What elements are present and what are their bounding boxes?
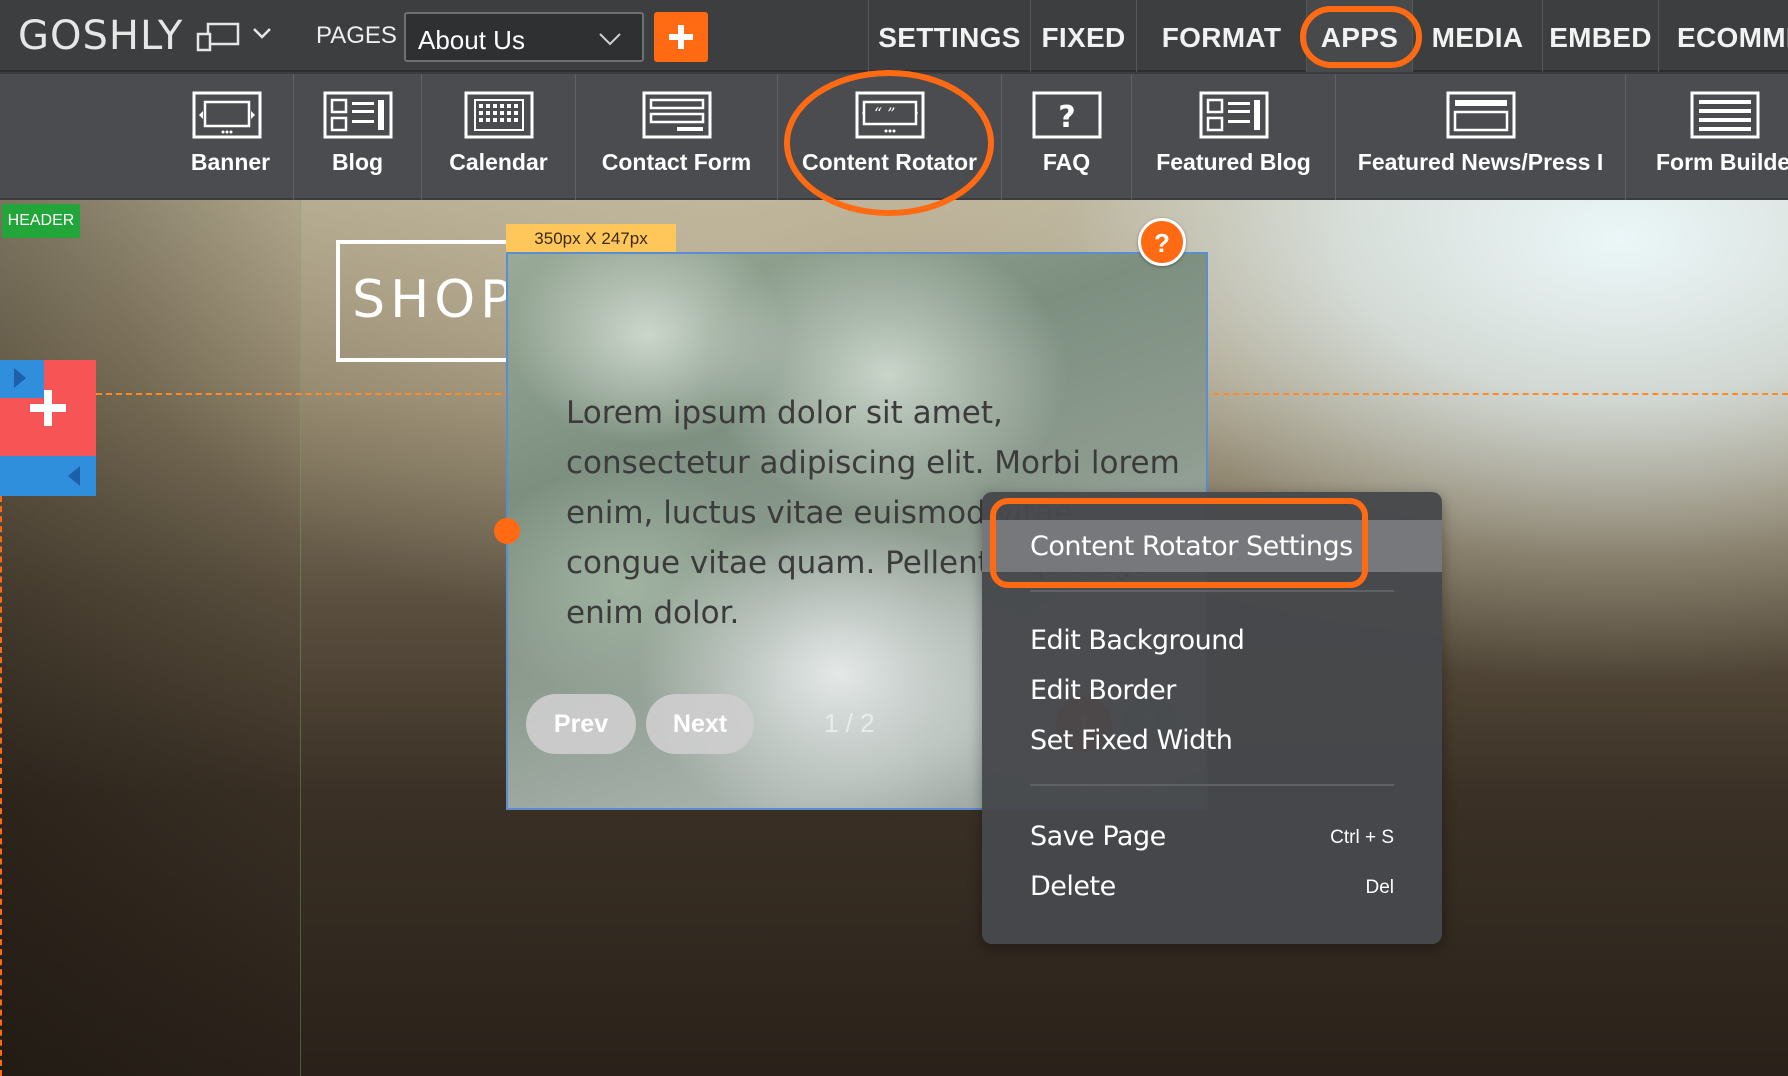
menu-item-delete[interactable]: Delete Del bbox=[982, 864, 1442, 908]
banner-icon bbox=[192, 91, 262, 139]
app-featured-blog-label: Featured Blog bbox=[1156, 149, 1311, 175]
widget-size-badge: 350px X 247px bbox=[506, 224, 676, 252]
menu-settings-label: SETTINGS bbox=[878, 22, 1021, 53]
app-featured-blog[interactable]: Featured Blog bbox=[1132, 74, 1336, 200]
menu-divider bbox=[1030, 784, 1394, 786]
background-shade bbox=[0, 200, 300, 1076]
help-glyph: ? bbox=[1154, 228, 1170, 258]
menu-item-edit-border[interactable]: Edit Border bbox=[982, 668, 1442, 712]
app-contact-form[interactable]: Contact Form bbox=[576, 74, 778, 200]
rotator-counter: 1 / 2 bbox=[824, 708, 875, 738]
highlight-circle-apps bbox=[1300, 6, 1422, 68]
menu-item-label: Set Fixed Width bbox=[1030, 725, 1233, 756]
highlight-box-rotator-settings bbox=[990, 498, 1368, 588]
pages-label: PAGES bbox=[316, 22, 397, 49]
app-featured-news-label: Featured News/Press I bbox=[1357, 149, 1604, 175]
app-blog-label: Blog bbox=[331, 149, 384, 175]
help-icon[interactable]: ? bbox=[1138, 218, 1186, 266]
blog-icon bbox=[323, 91, 393, 139]
menu-item-set-fixed-width[interactable]: Set Fixed Width bbox=[982, 718, 1442, 762]
menu-item-label: Save Page bbox=[1030, 821, 1166, 852]
menu-item-label: Delete bbox=[1030, 871, 1116, 902]
chevron-down-icon bbox=[599, 33, 621, 46]
widget-resize-handle[interactable] bbox=[494, 518, 520, 544]
form-builder-icon bbox=[1690, 91, 1760, 139]
app-faq-label: FAQ bbox=[1042, 149, 1091, 175]
app-logo[interactable]: GOSHLY bbox=[18, 14, 183, 58]
app-banner-label: Banner bbox=[190, 149, 271, 175]
section-edge-guide bbox=[0, 496, 2, 1076]
menu-format[interactable]: FORMAT bbox=[1136, 0, 1306, 72]
rotator-prev-label: Prev bbox=[553, 710, 609, 738]
menu-ecommerce[interactable]: ECOMME bbox=[1658, 0, 1788, 72]
app-banner[interactable]: Banner bbox=[168, 74, 294, 200]
menu-embed[interactable]: EMBED bbox=[1542, 0, 1658, 72]
app-faq[interactable]: ? FAQ bbox=[1002, 74, 1132, 200]
add-page-button[interactable] bbox=[654, 12, 708, 62]
app-form-builder-label: Form Builder bbox=[1656, 149, 1788, 175]
device-icon[interactable] bbox=[196, 22, 240, 52]
caret-left-icon bbox=[68, 466, 80, 486]
top-bar: GOSHLY PAGES About Us SETTINGS FIXED FOR… bbox=[0, 0, 1788, 72]
menu-format-label: FORMAT bbox=[1161, 22, 1282, 53]
widget-size-label: 350px X 247px bbox=[534, 229, 648, 248]
menu-item-shortcut: Ctrl + S bbox=[1330, 827, 1394, 848]
section-badge[interactable]: HEADER bbox=[2, 204, 80, 238]
page-select-value: About Us bbox=[418, 25, 525, 55]
menu-embed-label: EMBED bbox=[1549, 22, 1652, 53]
svg-text:?: ? bbox=[1058, 100, 1075, 135]
featured-blog-icon bbox=[1199, 91, 1269, 139]
rotator-next-button[interactable]: Next bbox=[646, 694, 754, 754]
menu-divider bbox=[1030, 590, 1394, 592]
rotator-next-label: Next bbox=[672, 710, 728, 738]
calendar-icon bbox=[464, 91, 534, 139]
menu-ecommerce-label: ECOMME bbox=[1677, 22, 1788, 53]
layout-guide bbox=[300, 200, 301, 1076]
app-calendar[interactable]: Calendar bbox=[422, 74, 576, 200]
rotator-prev-button[interactable]: Prev bbox=[526, 694, 636, 754]
app-form-builder[interactable]: Form Builder bbox=[1626, 74, 1788, 200]
featured-news-icon bbox=[1446, 91, 1516, 139]
menu-fixed[interactable]: FIXED bbox=[1030, 0, 1136, 72]
app-calendar-label: Calendar bbox=[449, 149, 548, 175]
menu-media[interactable]: MEDIA bbox=[1412, 0, 1542, 72]
app-featured-news[interactable]: Featured News/Press I bbox=[1336, 74, 1626, 200]
faq-icon: ? bbox=[1032, 91, 1102, 139]
caret-right-icon bbox=[14, 368, 26, 388]
app-blog[interactable]: Blog bbox=[294, 74, 422, 200]
menu-item-shortcut: Del bbox=[1365, 877, 1394, 898]
app-contact-form-label: Contact Form bbox=[601, 149, 752, 175]
collapse-panel-button[interactable] bbox=[0, 456, 96, 496]
page-select[interactable]: About Us bbox=[404, 12, 644, 62]
menu-item-edit-background[interactable]: Edit Background bbox=[982, 618, 1442, 662]
menu-item-label: Edit Background bbox=[1030, 625, 1245, 656]
highlight-circle-content-rotator bbox=[784, 70, 994, 216]
expand-panel-button[interactable] bbox=[0, 360, 44, 398]
contact-form-icon bbox=[642, 91, 712, 139]
menu-settings[interactable]: SETTINGS bbox=[868, 0, 1030, 72]
chevron-down-icon[interactable] bbox=[252, 26, 272, 40]
menu-media-label: MEDIA bbox=[1431, 22, 1524, 53]
menu-item-save-page[interactable]: Save Page Ctrl + S bbox=[982, 814, 1442, 858]
menu-item-label: Edit Border bbox=[1030, 675, 1176, 706]
section-badge-label: HEADER bbox=[7, 212, 75, 229]
plus-icon bbox=[669, 25, 693, 49]
menu-fixed-label: FIXED bbox=[1041, 22, 1126, 53]
